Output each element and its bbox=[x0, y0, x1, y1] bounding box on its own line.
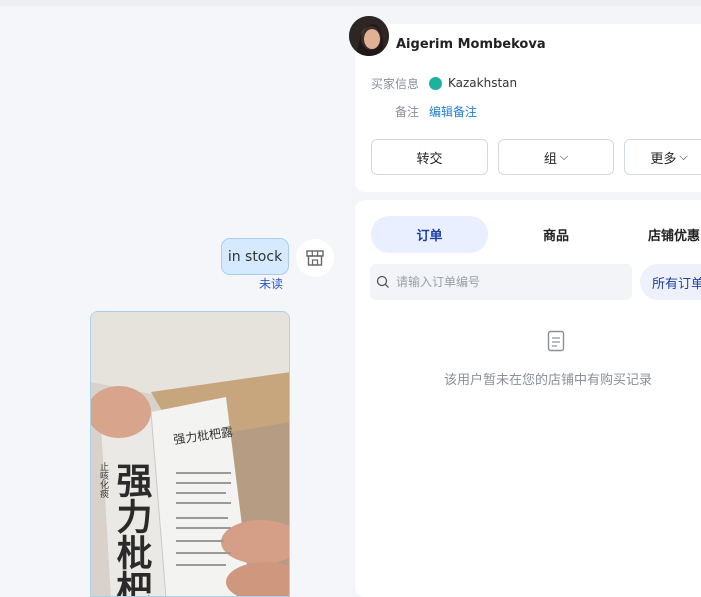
message-bubble[interactable]: in stock bbox=[221, 238, 289, 275]
photo-side-text: 止咳化痰 bbox=[98, 461, 109, 499]
group-button[interactable]: 组 ⌵ bbox=[498, 139, 614, 175]
search-icon bbox=[376, 275, 389, 288]
order-search-box[interactable] bbox=[370, 264, 632, 300]
chevron-down-icon: ⌵ bbox=[679, 150, 688, 163]
more-button[interactable]: 更多 ⌵ bbox=[624, 139, 701, 175]
edit-note-link[interactable]: 编辑备注 bbox=[429, 103, 477, 120]
store-icon bbox=[306, 250, 324, 266]
message-text: in stock bbox=[227, 248, 283, 265]
empty-orders-message: 该用户暂未在您的店铺中有购买记录 bbox=[444, 373, 653, 388]
order-filter-dropdown[interactable]: 所有订单 bbox=[640, 264, 701, 300]
tab-orders-label: 订单 bbox=[416, 229, 443, 244]
shop-avatar bbox=[296, 239, 334, 277]
transfer-button-label: 转交 bbox=[416, 151, 443, 167]
document-icon bbox=[547, 330, 565, 356]
order-search-input[interactable] bbox=[394, 274, 628, 290]
avatar-photo bbox=[349, 16, 389, 56]
group-button-label: 组 bbox=[543, 151, 557, 167]
customer-name: Aigerim Mombekova bbox=[396, 37, 546, 52]
buyer-info-label: 买家信息 bbox=[371, 77, 420, 91]
orders-panel bbox=[355, 200, 701, 597]
chevron-down-icon: ⌵ bbox=[559, 150, 569, 163]
customer-avatar[interactable] bbox=[349, 16, 389, 56]
transfer-button[interactable]: 转交 bbox=[371, 139, 488, 175]
order-filter-label: 所有订单 bbox=[652, 276, 701, 292]
medicine-box-image: 强力枇杷露 强力枇杷 止咳化痰 bbox=[91, 312, 289, 597]
tab-store-discounts-label: 店铺优惠 bbox=[648, 229, 701, 244]
tab-products-label: 商品 bbox=[542, 229, 569, 244]
read-status: 未读 bbox=[259, 277, 284, 291]
note-label: 备注 bbox=[395, 105, 420, 119]
more-button-label: 更多 bbox=[650, 151, 677, 167]
tab-store-discounts[interactable]: 店铺优惠 bbox=[640, 216, 701, 253]
message-photo[interactable]: 强力枇杷露 强力枇杷 止咳化痰 bbox=[90, 311, 290, 597]
kazakhstan-flag-icon bbox=[429, 77, 442, 90]
photo-big-text: 强力枇杷 bbox=[111, 462, 153, 597]
customer-country: Kazakhstan bbox=[448, 76, 518, 90]
tab-orders[interactable]: 订单 bbox=[371, 216, 488, 253]
tab-products[interactable]: 商品 bbox=[512, 216, 600, 253]
